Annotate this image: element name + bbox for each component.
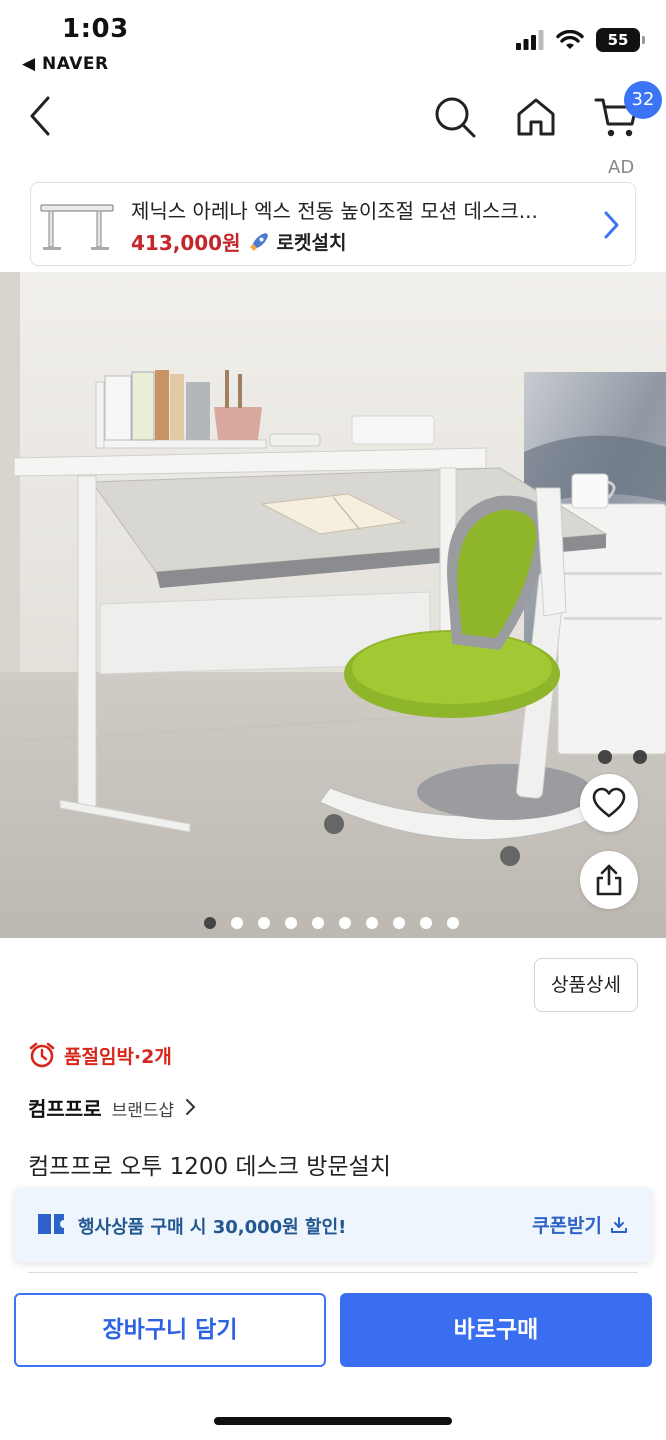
coupon-action-label: 쿠폰받기 [532, 1215, 602, 1237]
carousel-dot[interactable] [258, 917, 270, 929]
carousel-dot[interactable] [231, 917, 243, 929]
coupon-download-button[interactable]: 쿠폰받기 [532, 1211, 628, 1238]
signal-icon [516, 30, 544, 50]
cart-count-badge: 32 [624, 81, 662, 119]
product-title: 컴프프로 오투 1200 데스크 방문설치 [28, 1154, 391, 1180]
coupon-icon [38, 1214, 64, 1234]
brand-link[interactable]: 컴프프로 브랜드샵 [28, 1093, 196, 1122]
add-to-cart-button[interactable]: 장바구니 담기 [14, 1293, 326, 1367]
status-time: 1:03 [62, 14, 129, 44]
coupon-banner[interactable]: 행사상품 구매 시 30,000원 할인! 쿠폰받기 [14, 1188, 652, 1262]
ad-delivery-badge: 로켓설치 [276, 232, 347, 254]
alarm-clock-icon [29, 1042, 55, 1068]
stock-text: 품절임박·2개 [64, 1045, 172, 1068]
carousel-dot[interactable] [420, 917, 432, 929]
home-indicator[interactable] [214, 1417, 452, 1425]
download-icon [611, 1216, 627, 1233]
back-chevron-icon[interactable] [22, 94, 62, 138]
ad-label: AD [608, 157, 635, 178]
divider [28, 1272, 638, 1273]
share-icon [596, 864, 622, 896]
home-icon[interactable] [513, 94, 559, 140]
coupon-text: 행사상품 구매 시 30,000원 할인! [78, 1217, 347, 1238]
buy-now-button[interactable]: 바로구매 [340, 1293, 652, 1367]
bottom-action-bar: 장바구니 담기 바로구매 [0, 1280, 666, 1440]
carousel-dot[interactable] [339, 917, 351, 929]
chevron-right-icon [186, 1099, 196, 1115]
brand-shop-label: 브랜드샵 [111, 1101, 175, 1121]
ad-price: 413,000원 [131, 231, 241, 255]
carousel-dot[interactable] [447, 917, 459, 929]
ad-title: 제닉스 아레나 엑스 전동 높이조절 모션 데스크... [131, 199, 538, 223]
status-bar: 1:03 ◀ NAVER 55 [0, 0, 666, 80]
product-detail-button[interactable]: 상품상세 [534, 958, 638, 1012]
carousel-dots [204, 917, 459, 929]
chevron-right-icon [604, 211, 619, 239]
nav-bar [0, 84, 666, 150]
rocket-icon [249, 232, 268, 251]
carousel-dot[interactable] [366, 917, 378, 929]
ad-price-row: 413,000원 로켓설치 [131, 227, 346, 256]
carousel-dot[interactable] [312, 917, 324, 929]
wifi-icon [556, 30, 584, 49]
brand-name: 컴프프로 [28, 1097, 102, 1121]
stock-warning: 품절임박·2개 [28, 1041, 172, 1069]
search-icon[interactable] [432, 94, 478, 140]
status-icons: 55 [516, 28, 645, 52]
carousel-dot[interactable] [204, 917, 216, 929]
ad-banner[interactable]: 제닉스 아레나 엑스 전동 높이조절 모션 데스크... 413,000원 로켓… [30, 182, 636, 266]
share-button[interactable] [580, 851, 638, 909]
carousel-dot[interactable] [285, 917, 297, 929]
battery-icon: 55 [596, 28, 645, 52]
heart-icon [592, 787, 626, 818]
ad-product-thumbnail [40, 204, 114, 250]
product-photo [0, 272, 666, 938]
wishlist-button[interactable] [580, 774, 638, 832]
back-to-app-link[interactable]: ◀ NAVER [22, 54, 109, 74]
carousel-dot[interactable] [393, 917, 405, 929]
product-image-carousel[interactable] [0, 272, 666, 938]
